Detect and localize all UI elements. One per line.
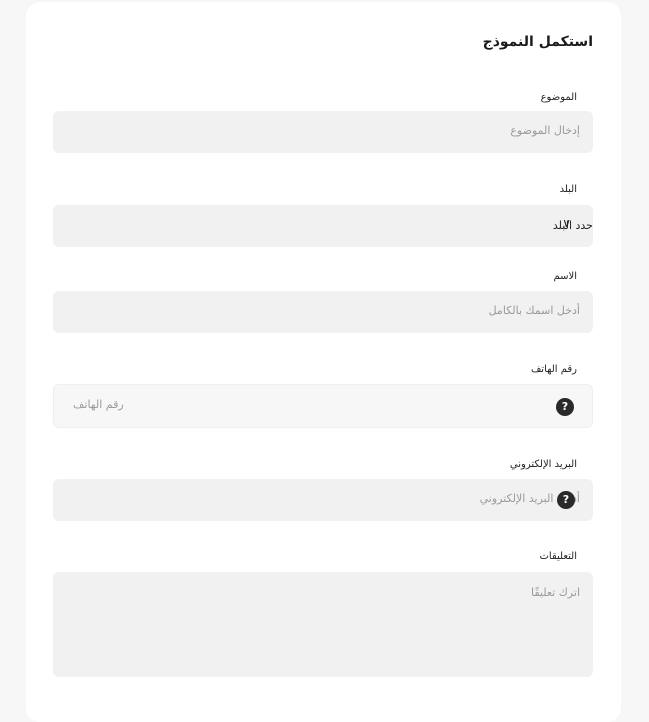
comments-label: التعليقات bbox=[539, 551, 577, 562]
phone-help-icon[interactable]: ? bbox=[556, 398, 574, 416]
form-card: استكمل النموذج الموضوع إدخال الموضوع الب… bbox=[26, 2, 621, 722]
country-select[interactable]: حدد البلد ∨ bbox=[53, 205, 593, 247]
phone-label: رقم الهاتف bbox=[530, 364, 577, 375]
comments-placeholder: اترك تعليقًا bbox=[531, 586, 580, 599]
subject-input[interactable]: إدخال الموضوع bbox=[53, 111, 593, 153]
subject-label: الموضوع bbox=[540, 92, 577, 103]
name-placeholder: أدخل اسمك بالكامل bbox=[488, 304, 580, 317]
country-label: البلد bbox=[559, 184, 577, 195]
form-title: استكمل النموذج bbox=[482, 34, 593, 50]
phone-placeholder: رقم الهاتف bbox=[73, 398, 124, 411]
comments-textarea[interactable]: اترك تعليقًا bbox=[53, 572, 593, 677]
name-label: الاسم bbox=[553, 271, 577, 282]
email-input[interactable]: أدخل البريد الإلكتروني ? bbox=[53, 479, 593, 521]
email-label: البريد الإلكتروني bbox=[509, 459, 577, 470]
subject-placeholder: إدخال الموضوع bbox=[510, 124, 580, 137]
name-input[interactable]: أدخل اسمك بالكامل bbox=[53, 291, 593, 333]
country-select-value: حدد البلد bbox=[552, 219, 593, 232]
phone-input[interactable]: رقم الهاتف ? bbox=[53, 384, 593, 428]
email-help-icon[interactable]: ? bbox=[557, 491, 575, 509]
chevron-down-icon: ∨ bbox=[562, 216, 571, 230]
